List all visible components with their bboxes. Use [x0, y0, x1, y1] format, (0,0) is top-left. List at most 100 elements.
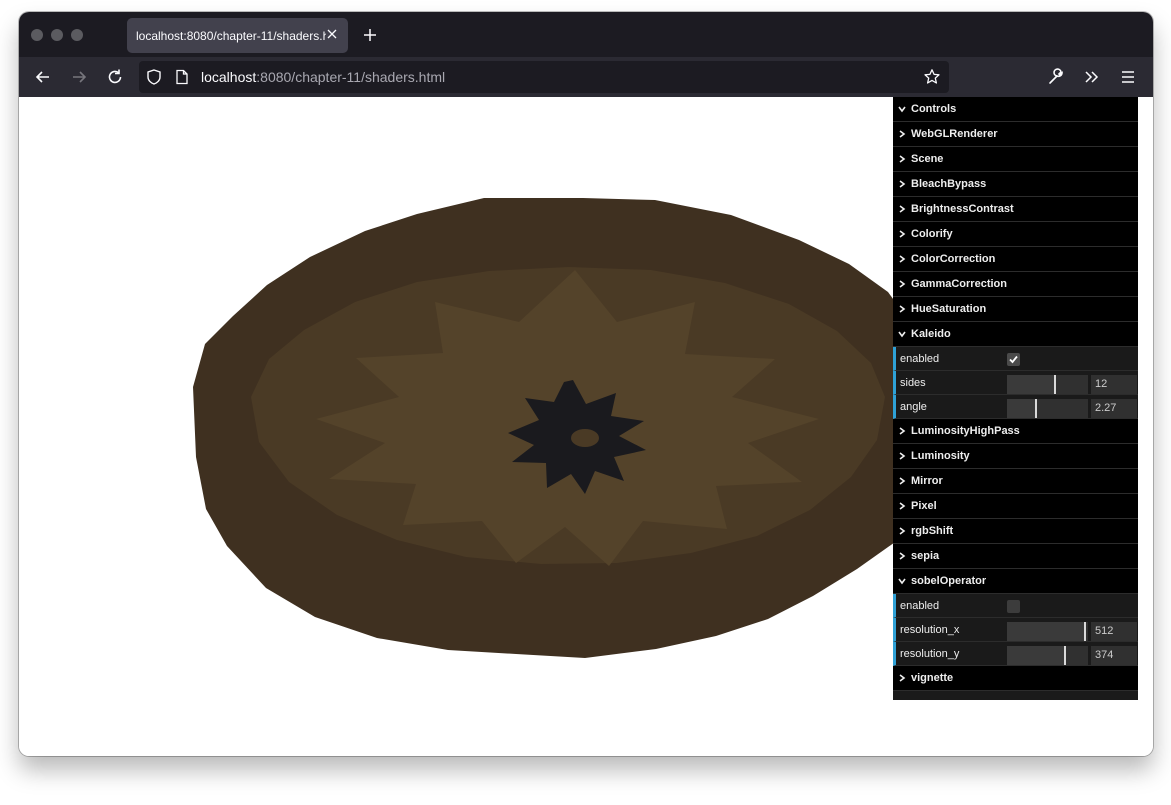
kaleido-angle-slider[interactable] — [1007, 399, 1088, 418]
chevron-right-icon — [899, 130, 906, 138]
kaleido-enabled-checkbox[interactable] — [1007, 353, 1020, 366]
sobel-resx-input[interactable]: 512 — [1091, 622, 1137, 641]
wrench-icon[interactable] — [1046, 67, 1066, 87]
gui-vignette-label: vignette — [911, 672, 954, 684]
sobel-resx-slider[interactable] — [1007, 622, 1088, 641]
minimize-window-button[interactable] — [51, 29, 63, 41]
hamburger-menu-icon[interactable] — [1118, 67, 1138, 87]
tab-bar: localhost:8080/chapter-11/shaders.html — [19, 12, 1153, 57]
zoom-window-button[interactable] — [71, 29, 83, 41]
gui-folder[interactable]: Luminosity — [893, 444, 1138, 469]
forward-arrow-icon[interactable] — [69, 67, 89, 87]
gui-folder-label: Pixel — [911, 500, 937, 512]
chevron-right-icon — [899, 674, 906, 682]
back-arrow-icon[interactable] — [33, 67, 53, 87]
gui-sobel-folder[interactable]: sobelOperator — [893, 569, 1138, 594]
gui-folder[interactable]: Pixel — [893, 494, 1138, 519]
gui-folder[interactable]: Colorify — [893, 222, 1138, 247]
sobel-resx-row: resolution_x 512 — [893, 618, 1138, 642]
chevron-right-icon — [899, 180, 906, 188]
page-icon[interactable] — [174, 69, 190, 85]
slider-knob[interactable] — [1084, 622, 1086, 641]
slider-fill — [1007, 399, 1035, 418]
gui-folder-label: Scene — [911, 153, 944, 165]
overflow-chevrons-icon[interactable] — [1082, 67, 1102, 87]
sobel-resy-input[interactable]: 374 — [1091, 646, 1137, 665]
chevron-down-icon — [898, 578, 906, 585]
chevron-right-icon — [899, 452, 906, 460]
gui-folder[interactable]: ColorCorrection — [893, 247, 1138, 272]
kaleido-angle-input[interactable]: 2.27 — [1091, 399, 1137, 418]
new-tab-icon[interactable] — [361, 26, 379, 44]
url-text: localhost:8080/chapter-11/shaders.html — [201, 69, 445, 85]
gui-folder[interactable]: WebGLRenderer — [893, 122, 1138, 147]
kaleido-sides-row: sides 12 — [893, 371, 1138, 395]
gui-sobel-label: sobelOperator — [911, 575, 987, 587]
bookmark-star-icon[interactable] — [923, 68, 941, 86]
sobel-enabled-checkbox[interactable] — [1007, 600, 1020, 613]
sobel-enabled-row: enabled — [893, 594, 1138, 618]
sobel-resy-slider[interactable] — [1007, 646, 1088, 665]
chevron-right-icon — [899, 205, 906, 213]
gui-controls-folder[interactable]: Controls — [893, 97, 1138, 122]
chevron-down-icon — [898, 331, 906, 338]
shield-icon[interactable] — [145, 68, 163, 86]
chevron-right-icon — [899, 155, 906, 163]
dat-gui-panel: Controls WebGLRenderer Scene BleachBypas… — [893, 97, 1138, 700]
close-window-button[interactable] — [31, 29, 43, 41]
page-content: Controls WebGLRenderer Scene BleachBypas… — [19, 97, 1153, 756]
slider-knob[interactable] — [1064, 646, 1066, 665]
url-host: localhost — [201, 69, 257, 85]
gui-folder[interactable]: GammaCorrection — [893, 272, 1138, 297]
sobel-resx-label: resolution_x — [900, 624, 960, 636]
chevron-right-icon — [899, 255, 906, 263]
gui-vignette-folder[interactable]: vignette — [893, 666, 1138, 691]
tab-title: localhost:8080/chapter-11/shaders.html — [136, 29, 326, 43]
gui-folder[interactable]: BleachBypass — [893, 172, 1138, 197]
gui-folder-label: HueSaturation — [911, 303, 987, 315]
gui-folder[interactable]: HueSaturation — [893, 297, 1138, 322]
gui-folder-label: Luminosity — [911, 450, 970, 462]
chevron-down-icon — [898, 106, 906, 113]
gui-folder-label: rgbShift — [911, 525, 954, 537]
gui-folder-label: BleachBypass — [911, 178, 987, 190]
gui-folder[interactable]: LuminosityHighPass — [893, 419, 1138, 444]
sobel-enabled-label: enabled — [900, 600, 940, 612]
slider-knob[interactable] — [1035, 399, 1037, 418]
chevron-right-icon — [899, 552, 906, 560]
gui-kaleido-folder[interactable]: Kaleido — [893, 322, 1138, 347]
gui-folder-label: Colorify — [911, 228, 953, 240]
gui-folder-label: BrightnessContrast — [911, 203, 1014, 215]
close-tab-icon[interactable] — [324, 26, 340, 42]
active-tab[interactable]: localhost:8080/chapter-11/shaders.html — [127, 18, 348, 53]
chevron-right-icon — [899, 502, 906, 510]
slider-fill — [1007, 375, 1054, 394]
kaleido-enabled-row: enabled — [893, 347, 1138, 371]
gui-controls-label: Controls — [911, 103, 957, 115]
kaleido-angle-label: angle — [900, 401, 927, 413]
gui-folder-label: LuminosityHighPass — [911, 425, 1020, 437]
kaleido-angle-row: angle 2.27 — [893, 395, 1138, 419]
chevron-right-icon — [899, 280, 906, 288]
gui-folder[interactable]: rgbShift — [893, 519, 1138, 544]
gui-mid-folders: LuminosityHighPass Luminosity Mirror Pix… — [893, 419, 1138, 569]
gui-kaleido-label: Kaleido — [911, 328, 951, 340]
slider-fill — [1007, 622, 1084, 641]
gui-folder[interactable]: Scene — [893, 147, 1138, 172]
chevron-right-icon — [899, 477, 906, 485]
gui-folder[interactable]: Mirror — [893, 469, 1138, 494]
gui-folder[interactable]: sepia — [893, 544, 1138, 569]
slider-knob[interactable] — [1054, 375, 1056, 394]
gui-top-folders: WebGLRenderer Scene BleachBypass Brightn… — [893, 122, 1138, 322]
slider-fill — [1007, 646, 1064, 665]
sobel-resy-label: resolution_y — [900, 648, 960, 660]
address-bar[interactable]: localhost:8080/chapter-11/shaders.html — [139, 61, 949, 93]
kaleido-sides-input[interactable]: 12 — [1091, 375, 1137, 394]
chevron-right-icon — [899, 230, 906, 238]
checkmark-icon — [1009, 355, 1018, 364]
gui-folder-label: sepia — [911, 550, 940, 562]
reload-icon[interactable] — [105, 67, 125, 87]
gui-folder[interactable]: BrightnessContrast — [893, 197, 1138, 222]
kaleido-sides-slider[interactable] — [1007, 375, 1088, 394]
gui-folder-label: ColorCorrection — [911, 253, 996, 265]
